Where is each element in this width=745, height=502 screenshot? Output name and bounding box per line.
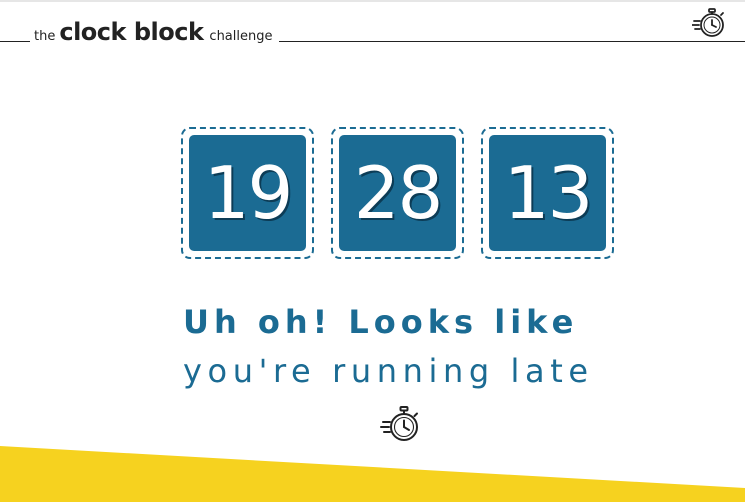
- brand-suffix: challenge: [209, 29, 273, 44]
- minutes-frame: 28: [331, 127, 464, 259]
- brand-name: clock block: [59, 18, 204, 46]
- clock-display: 19 28 13: [181, 127, 615, 259]
- stopwatch-icon: [380, 403, 424, 445]
- minutes-value: 28: [353, 151, 444, 235]
- brand-prefix: the: [34, 29, 56, 44]
- status-heading: Uh oh! Looks like: [183, 303, 579, 341]
- page: the clock block challenge 19 28 13 Uh oh…: [0, 0, 745, 502]
- minutes-block: 28: [339, 135, 456, 251]
- seconds-value: 13: [503, 151, 594, 235]
- seconds-block: 13: [489, 135, 606, 251]
- brand-logo: the clock block challenge: [30, 18, 279, 48]
- hours-value: 19: [203, 151, 294, 235]
- hours-frame: 19: [181, 127, 314, 259]
- seconds-frame: 13: [481, 127, 614, 259]
- status-subheading: you're running late: [183, 352, 594, 390]
- top-border: [0, 0, 745, 2]
- stopwatch-icon: [691, 6, 728, 40]
- hours-block: 19: [189, 135, 306, 251]
